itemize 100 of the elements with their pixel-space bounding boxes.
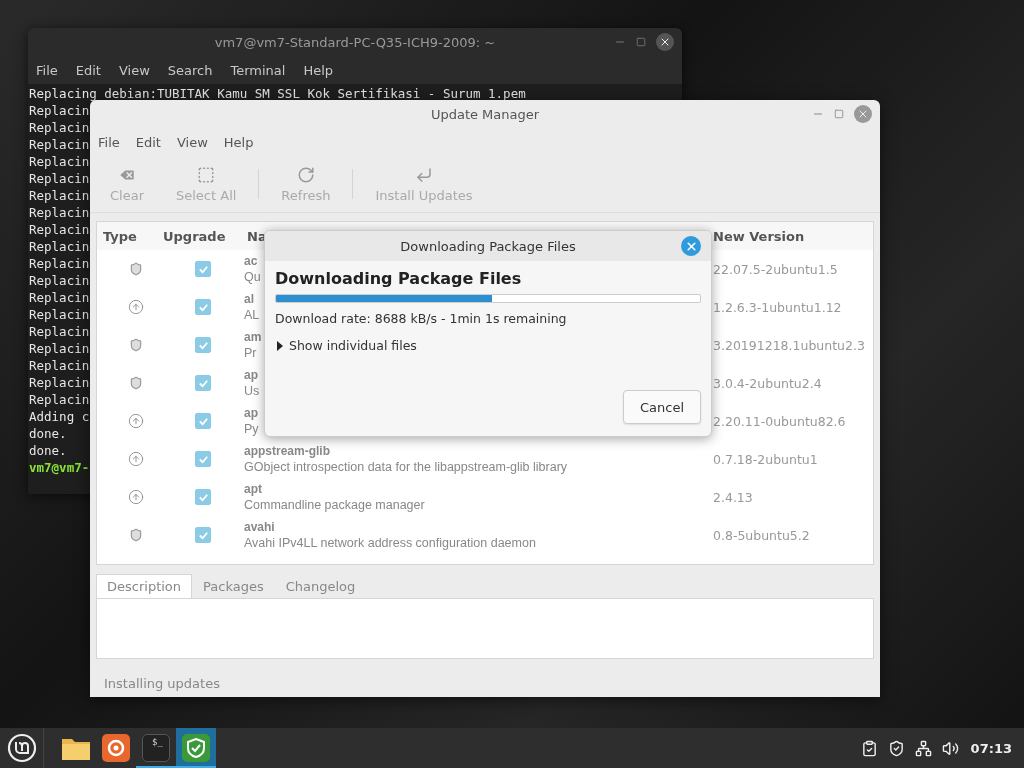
check-icon [197,377,209,389]
package-name: ap [244,404,258,421]
check-icon [197,415,209,427]
menu-item[interactable]: Edit [135,134,161,150]
terminal-prompt: vm7@vm7- [29,459,90,476]
package-name: am [244,328,262,345]
expander[interactable]: Show individual files [275,338,417,353]
package-name: apt [244,480,262,497]
package-description: Us [244,382,260,400]
terminal-line: Replacin [29,391,90,408]
version-text: 1.2.6.3-1ubuntu1.12 [712,299,842,315]
menu-item[interactable]: Help [223,134,254,150]
shield-icon [129,338,143,352]
terminal-line: Replacin [29,204,90,221]
terminal-icon: $_ [142,734,170,762]
package-name: ac [244,252,258,269]
shield-icon [129,376,143,390]
menu-item[interactable]: Edit [75,62,101,78]
package-description: AL [244,306,260,324]
menu-item[interactable]: File [98,134,120,150]
check-icon [197,529,209,541]
triangle-icon [275,340,285,351]
arrow-up-icon [128,489,144,505]
menu-item[interactable]: File [36,62,58,78]
package-description: Qu [244,268,261,286]
notification-icon[interactable] [860,739,878,757]
status-text: Installing updates [103,675,221,691]
cancel-button[interactable]: Cancel [622,390,701,424]
package-description: Py [244,420,259,438]
menu-item[interactable]: Search [167,62,213,78]
arrow-up-icon [128,451,144,467]
version-text: 3.0.4-2ubuntu2.4 [712,375,822,391]
terminal-line: Replacin [29,323,90,340]
version-text: 0.8-5ubuntu5.2 [712,527,810,543]
menu-item[interactable]: View [176,134,208,150]
check-icon [197,339,209,351]
version-text: 2.20.11-0ubuntu82.6 [712,413,846,429]
column-header[interactable]: Type [97,228,137,244]
terminal-line: Replacin [29,272,90,289]
checkbox[interactable] [195,451,211,467]
column-header[interactable]: Upgrade [157,228,226,244]
terminal-line: Replacin [29,340,90,357]
shield-icon [129,528,143,542]
terminal-line: Replacin [29,221,90,238]
shield-icon [129,262,143,276]
maximize-icon[interactable] [834,109,844,119]
terminal-line: done. [29,425,67,442]
checkbox[interactable] [195,299,211,315]
terminal-line: Adding c [29,408,90,425]
terminal-line: Replacin [29,238,90,255]
version-text: 0.7.18-2ubuntu1 [712,451,818,467]
check-icon [197,491,209,503]
terminal-line: Replacin [29,187,90,204]
refresh-icon [296,165,315,184]
download-rate-text: Download rate: 8688 kB/s - 1min 1s remaining [275,311,567,326]
close-icon [684,239,698,253]
menu-item[interactable]: View [118,62,150,78]
shield-icon[interactable] [887,739,905,757]
terminal-line: Replacin [29,119,90,136]
window-title: vm7@vm7-Standard-PC-Q35-ICH9-2009: ~ [214,34,496,50]
package-name: avahi [244,518,275,535]
checkbox[interactable] [195,337,211,353]
menu-item[interactable]: Terminal [230,62,286,78]
package-name: appstream-glib [244,442,330,459]
terminal-line: Replacin [29,102,90,119]
terminal-line: Replacin [29,153,90,170]
check-icon [197,301,209,313]
checkbox[interactable] [195,413,211,429]
checkbox[interactable] [195,527,211,543]
volume-icon[interactable] [941,739,959,757]
arrow-up-icon [128,299,144,315]
package-description: Avahi IPv4LL network address configuration daemon [244,534,536,552]
package-name: al [244,290,254,307]
tab[interactable]: Description [96,574,193,598]
logo-icon [6,733,37,763]
shield-icon [182,734,210,762]
checkbox[interactable] [195,261,211,277]
terminal-line: Replacin [29,136,90,153]
dialog-heading: Downloading Package Files [275,269,522,288]
close-button[interactable] [656,33,674,51]
network-icon[interactable] [914,739,932,757]
close-icon [659,36,671,48]
check-icon [197,453,209,465]
version-text: 22.07.5-2ubuntu1.5 [712,261,838,277]
maximize-icon[interactable] [636,37,646,47]
menu-item[interactable]: Help [303,62,334,78]
checkbox[interactable] [195,375,211,391]
terminal-line: Replacin [29,374,90,391]
close-icon [857,108,869,120]
taskbar-app[interactable]: $_ [136,728,176,768]
package-description: Pr [244,344,257,362]
check-icon [197,263,209,275]
terminal-line: done. [29,442,67,459]
dialog-title: Downloading Package Files [400,238,576,254]
arrow-up-icon [128,413,144,429]
checkbox[interactable] [195,489,211,505]
browser-icon [102,734,130,762]
package-description: GObject introspection data for the libappstream-glib library [244,458,568,476]
terminal-line: Replacin [29,255,90,272]
terminal-line: Replacin [29,306,90,323]
